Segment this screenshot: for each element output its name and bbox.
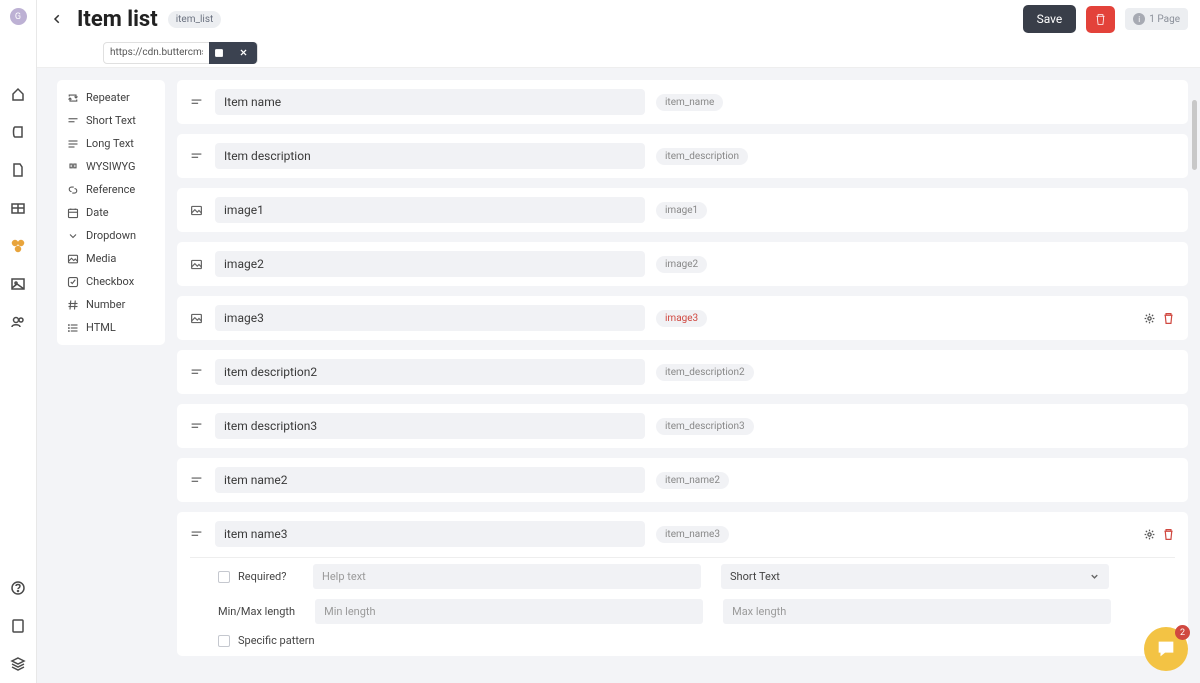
palette-label: Short Text xyxy=(86,114,136,127)
url-clear-button[interactable] xyxy=(229,42,257,64)
url-row xyxy=(37,38,1200,68)
field-type-icon xyxy=(190,528,204,541)
palette-item-number[interactable]: Number xyxy=(63,293,159,316)
nav-rail: G xyxy=(0,0,37,683)
pattern-label: Specific pattern xyxy=(238,634,315,647)
nav-media[interactable] xyxy=(0,265,37,303)
palette-item-date[interactable]: Date xyxy=(63,201,159,224)
field-card[interactable]: item description3 item_description3 xyxy=(177,404,1188,448)
field-type-icon xyxy=(190,420,204,433)
field-slug: image2 xyxy=(656,256,707,273)
field-palette: Repeater Short Text Long Text WYSIWYG Refere… xyxy=(57,80,165,345)
field-name-input[interactable]: item description3 xyxy=(215,413,645,439)
canvas: Item name item_name Item description item_d… xyxy=(177,80,1188,663)
back-button[interactable] xyxy=(49,13,67,25)
field-type-icon xyxy=(190,258,204,271)
field-type-icon xyxy=(190,312,204,325)
palette-label: Dropdown xyxy=(86,229,136,242)
palette-label: Number xyxy=(86,298,125,311)
field-name-input[interactable]: image1 xyxy=(215,197,645,223)
nav-blog[interactable] xyxy=(0,113,37,151)
field-name-input[interactable]: item description2 xyxy=(215,359,645,385)
min-length-input[interactable] xyxy=(315,599,703,624)
field-slug: item_description xyxy=(656,148,748,165)
field-name-input[interactable]: image3 xyxy=(215,305,645,331)
field-settings-button[interactable] xyxy=(1143,312,1156,325)
field-name-input[interactable]: item name2 xyxy=(215,467,645,493)
palette-label: Media xyxy=(86,252,116,265)
field-card[interactable]: image3 image3 xyxy=(177,296,1188,340)
url-input[interactable] xyxy=(104,47,209,58)
field-delete-button[interactable] xyxy=(1162,312,1175,325)
field-type-icon xyxy=(190,204,204,217)
palette-label: Checkbox xyxy=(86,275,134,288)
palette-label: WYSIWYG xyxy=(86,160,136,173)
palette-item-long-text[interactable]: Long Text xyxy=(63,132,159,155)
palette-item-reference[interactable]: Reference xyxy=(63,178,159,201)
palette-label: Reference xyxy=(86,183,135,196)
nav-collections[interactable] xyxy=(0,189,37,227)
field-name-input[interactable] xyxy=(224,527,636,541)
media-preview-icon[interactable] xyxy=(209,42,229,64)
nav-pages[interactable] xyxy=(0,151,37,189)
page-slug: item_list xyxy=(168,11,222,28)
field-name-input[interactable]: image2 xyxy=(215,251,645,277)
nav-users[interactable] xyxy=(0,303,37,341)
page-title: Item list xyxy=(77,7,158,32)
field-card[interactable]: item_name3 Required? Short Text Min/Max len… xyxy=(177,512,1188,656)
max-length-input[interactable] xyxy=(723,599,1111,624)
field-slug: item_name xyxy=(656,94,723,111)
field-slug: item_description3 xyxy=(656,418,754,435)
palette-item-html[interactable]: HTML xyxy=(63,316,159,339)
field-card[interactable]: image2 image2 xyxy=(177,242,1188,286)
field-slug: item_name2 xyxy=(656,472,729,489)
field-type-icon xyxy=(190,150,204,163)
palette-item-wysiwyg[interactable]: WYSIWYG xyxy=(63,155,159,178)
nav-home[interactable] xyxy=(0,75,37,113)
required-checkbox[interactable] xyxy=(218,571,230,583)
palette-item-dropdown[interactable]: Dropdown xyxy=(63,224,159,247)
palette-item-short-text[interactable]: Short Text xyxy=(63,109,159,132)
scrollbar[interactable] xyxy=(1192,100,1197,170)
field-type-icon xyxy=(190,474,204,487)
minmax-label: Min/Max length xyxy=(218,605,295,618)
page-count-badge[interactable]: i1 Page xyxy=(1125,8,1188,30)
palette-label: Long Text xyxy=(86,137,134,150)
palette-item-repeater[interactable]: Repeater xyxy=(63,86,159,109)
help-text-input[interactable] xyxy=(313,564,701,589)
field-slug: item_name3 xyxy=(656,526,729,543)
field-type-select[interactable]: Short Text xyxy=(721,564,1109,589)
field-name-input[interactable]: Item description xyxy=(215,143,645,169)
chat-fab[interactable]: 2 xyxy=(1144,627,1188,671)
palette-item-media[interactable]: Media xyxy=(63,247,159,270)
field-type-icon xyxy=(190,96,204,109)
required-label: Required? xyxy=(238,570,293,583)
palette-label: Date xyxy=(86,206,109,219)
pattern-checkbox[interactable] xyxy=(218,635,230,647)
palette-label: Repeater xyxy=(86,91,130,104)
palette-item-checkbox[interactable]: Checkbox xyxy=(63,270,159,293)
field-type-icon xyxy=(190,366,204,379)
field-name-input[interactable]: Item name xyxy=(215,89,645,115)
field-card[interactable]: item description2 item_description2 xyxy=(177,350,1188,394)
nav-docs[interactable] xyxy=(0,607,37,645)
nav-help[interactable] xyxy=(0,569,37,607)
field-settings-button[interactable] xyxy=(1143,528,1156,541)
field-slug: item_description2 xyxy=(656,364,754,381)
field-delete-button[interactable] xyxy=(1162,528,1175,541)
delete-button[interactable] xyxy=(1086,6,1115,33)
avatar[interactable]: G xyxy=(10,8,27,25)
nav-components[interactable] xyxy=(0,227,37,265)
topbar: Item list item_list Save i1 Page xyxy=(37,0,1200,38)
field-card[interactable]: item name2 item_name2 xyxy=(177,458,1188,502)
field-card[interactable]: Item name item_name xyxy=(177,80,1188,124)
save-button[interactable]: Save xyxy=(1023,5,1077,33)
nav-env[interactable] xyxy=(0,645,37,683)
field-slug: image1 xyxy=(656,202,707,219)
field-card[interactable]: Item description item_description xyxy=(177,134,1188,178)
field-card[interactable]: image1 image1 xyxy=(177,188,1188,232)
chat-badge: 2 xyxy=(1175,625,1190,640)
palette-label: HTML xyxy=(86,321,116,334)
field-slug: image3 xyxy=(656,310,707,327)
